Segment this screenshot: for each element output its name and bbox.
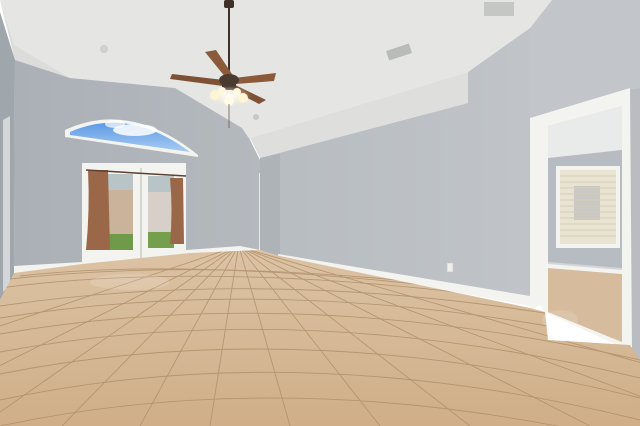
fan-light-icon [233,88,241,96]
curtain-left [86,170,110,250]
window-with-blinds [556,166,620,248]
curtain-right [170,178,184,244]
air-vent-icon [484,2,514,16]
left-wall [0,12,15,300]
french-doors[interactable] [82,163,187,266]
doorway [530,88,632,352]
recessed-light-icon [253,114,259,120]
room-scene [0,0,640,426]
smoke-detector-icon [100,45,108,53]
fan-light-icon [218,87,226,95]
outlet-icon [446,262,454,273]
